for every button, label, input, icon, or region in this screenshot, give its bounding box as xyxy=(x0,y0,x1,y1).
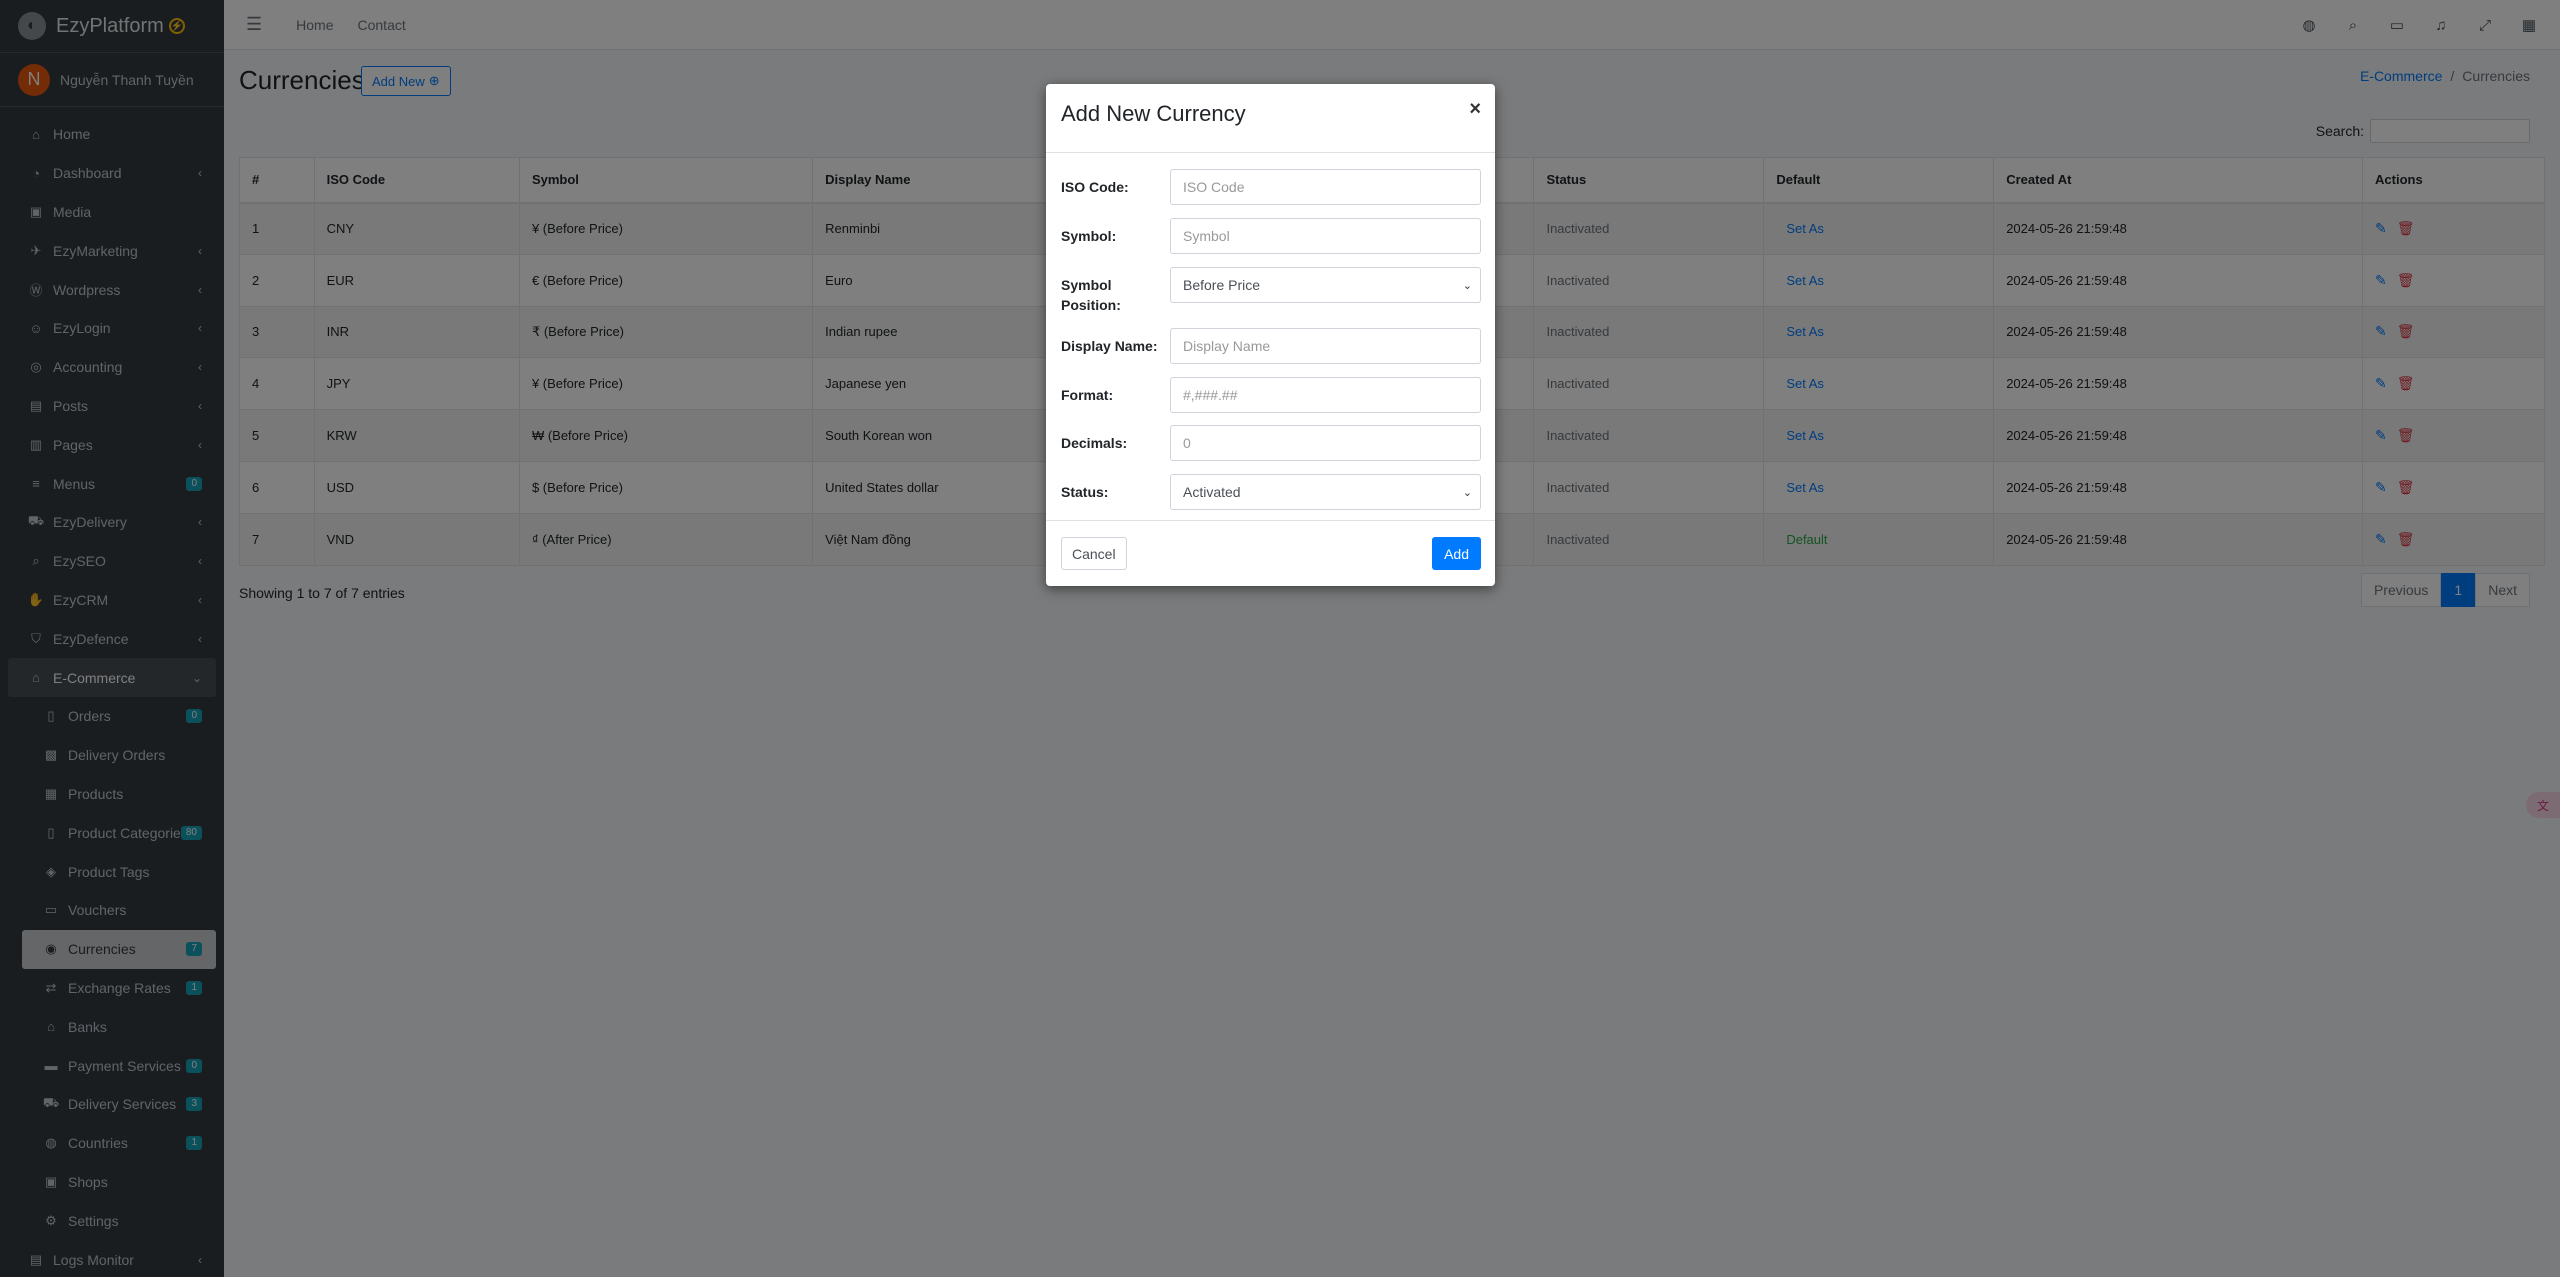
decimals-label: Decimals: xyxy=(1061,435,1128,451)
status-value: Activated xyxy=(1183,484,1241,500)
decimals-row: Decimals: 0 xyxy=(1061,425,1481,461)
close-icon[interactable]: × xyxy=(1469,98,1481,121)
symbol-position-row: Symbol Position: Before Price ⌄ xyxy=(1061,267,1481,315)
iso-code-row: ISO Code: ISO Code xyxy=(1061,169,1481,205)
symbol-row: Symbol: Symbol xyxy=(1061,218,1481,254)
status-select[interactable]: Activated ⌄ xyxy=(1170,474,1481,510)
chevron-down-icon: ⌄ xyxy=(1462,486,1472,499)
status-label: Status: xyxy=(1061,484,1109,500)
format-input[interactable]: #,###.## xyxy=(1170,377,1481,413)
status-row: Status: Activated ⌄ xyxy=(1061,474,1481,510)
symbol-position-select[interactable]: Before Price ⌄ xyxy=(1170,267,1481,303)
symbol-position-value: Before Price xyxy=(1183,277,1261,293)
add-button[interactable]: Add xyxy=(1432,537,1481,570)
modal-footer: Cancel Add xyxy=(1046,520,1495,586)
modal-title: Add New Currency xyxy=(1061,101,1246,126)
iso-code-input[interactable]: ISO Code xyxy=(1170,169,1481,205)
symbol-label: Symbol: xyxy=(1061,228,1117,244)
display-name-label: Display Name: xyxy=(1061,338,1158,354)
format-label: Format: xyxy=(1061,387,1114,403)
chevron-down-icon: ⌄ xyxy=(1462,279,1472,292)
decimals-input[interactable]: 0 xyxy=(1170,425,1481,461)
display-name-row: Display Name: Display Name xyxy=(1061,328,1481,364)
cancel-button[interactable]: Cancel xyxy=(1061,537,1127,570)
format-row: Format: #,###.## xyxy=(1061,377,1481,413)
symbol-position-label: Symbol Position: xyxy=(1061,277,1121,313)
display-name-input[interactable]: Display Name xyxy=(1170,328,1481,364)
add-currency-modal: Add New Currency × ISO Code: ISO Code Sy… xyxy=(1046,84,1495,586)
symbol-input[interactable]: Symbol xyxy=(1170,218,1481,254)
iso-code-label: ISO Code: xyxy=(1061,179,1129,195)
modal-header: Add New Currency × xyxy=(1046,84,1495,153)
